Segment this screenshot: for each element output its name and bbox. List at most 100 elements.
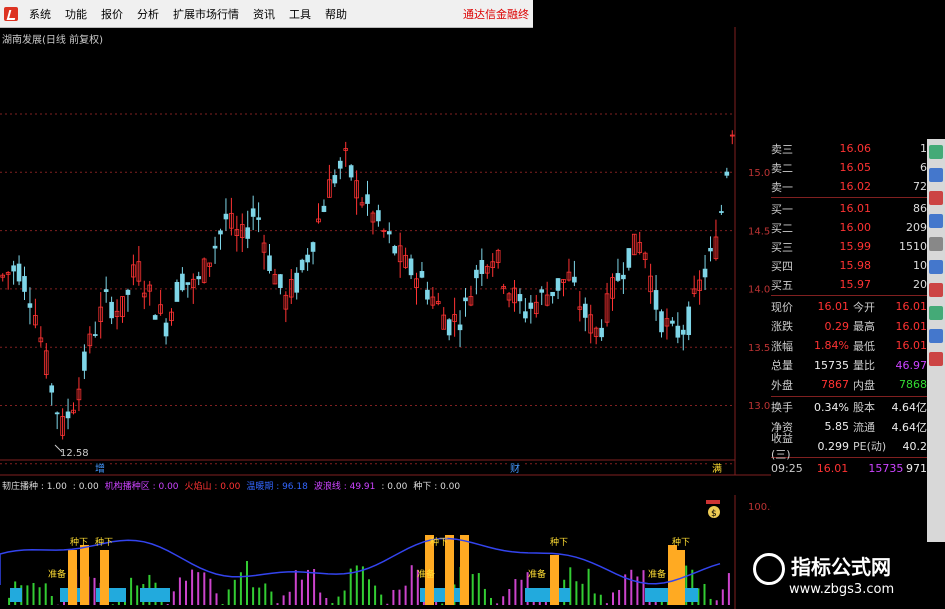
indicator-bar (715, 600, 718, 605)
indicator-bar (514, 579, 517, 605)
quote-separator (771, 197, 927, 198)
stat-label: 流通 (853, 420, 875, 434)
list-tool-icon[interactable] (929, 306, 943, 320)
buy-row: 买二 16.00 209 (771, 218, 927, 237)
trend-tool-icon[interactable] (929, 168, 943, 182)
candle-body (572, 276, 577, 283)
indicator-bar (410, 565, 413, 605)
indicator-bar (276, 603, 279, 605)
indicator-spike (668, 545, 677, 605)
stat-label: 换手 (771, 401, 793, 415)
indicator-bar (502, 596, 505, 605)
level-tool-icon[interactable] (929, 260, 943, 274)
sell-row: 卖一 16.02 72 (771, 177, 927, 196)
news-tool-icon[interactable] (929, 214, 943, 228)
stat-label: 外盘 (771, 378, 793, 392)
buy-label: 买二 (771, 221, 793, 235)
candle-body (463, 297, 468, 302)
indicator-bar (392, 589, 395, 605)
indicator-bar (660, 601, 663, 605)
candle-body (250, 208, 256, 217)
stat-value: 7867 (821, 378, 849, 392)
candle-body (474, 269, 479, 279)
sell-price: 16.06 (839, 142, 872, 155)
sell-label: 卖一 (771, 180, 793, 194)
indicator-bar (477, 573, 480, 605)
indicator-bar (361, 566, 364, 605)
indicator-bar (727, 573, 730, 605)
indicator-bar (264, 583, 267, 605)
candle-body (659, 311, 664, 333)
indicator-bar (441, 603, 444, 605)
candle-body (517, 294, 523, 302)
indicator-zone (10, 588, 22, 602)
candle-body (294, 272, 300, 293)
stat-row: 换手 0.34% 股本 4.64亿 (771, 398, 927, 418)
stat-row: 外盘 7867 内盘 7868 (771, 375, 927, 395)
candle-body (16, 263, 22, 282)
sell-price: 16.05 (839, 161, 872, 174)
tick-volume: 15735 (868, 462, 904, 476)
indicator-bar (575, 581, 578, 605)
candle-body (708, 247, 713, 252)
candle-body (321, 205, 327, 212)
indicator-label: : 0.00 (72, 482, 99, 492)
indicator-bar (721, 589, 724, 605)
candle-body (392, 246, 398, 254)
buy-price: 15.98 (839, 259, 872, 272)
indicator-label: 种下 : 0.00 (413, 482, 461, 492)
candle-body (419, 271, 425, 278)
stat-label: 今开 (853, 300, 875, 314)
low-price-marker: 12.58 (60, 448, 89, 459)
candle-body (163, 322, 169, 337)
candle-body (425, 289, 430, 300)
indicator-bar (587, 568, 590, 605)
indicator-bar (191, 569, 194, 605)
sell-volume: 6 (920, 161, 927, 174)
indicator-bar (343, 590, 346, 605)
sell-volume: 72 (913, 180, 927, 193)
indicator-bar (642, 570, 645, 605)
candle-body (218, 230, 223, 235)
coin-label: $ (711, 509, 717, 519)
chart-tool-icon[interactable] (929, 283, 943, 297)
finance-tool-icon[interactable] (929, 191, 943, 205)
gear-icon[interactable] (929, 352, 943, 366)
indicator-bar (203, 572, 206, 605)
candle-body (27, 303, 33, 308)
stat-value: 4.64亿 (891, 401, 928, 415)
candle-body (196, 276, 202, 280)
indicator-bar (618, 589, 621, 605)
indicator-bar (386, 603, 389, 605)
candle-body (92, 334, 98, 336)
candle-body (528, 302, 534, 309)
candle-body (174, 281, 180, 302)
indicator-bar (319, 592, 322, 605)
sell-row: 卖三 16.06 1 (771, 139, 927, 158)
zhunbei-label: 准备 (48, 568, 66, 580)
candle-body (109, 301, 114, 319)
rsi-tool-icon[interactable] (929, 329, 943, 343)
sell-row: 卖二 16.05 6 (771, 158, 927, 177)
candle-body (615, 273, 621, 281)
fund-tool-icon[interactable] (929, 237, 943, 251)
indicator-bar (612, 592, 614, 605)
indicator-bar (313, 568, 316, 605)
candle-body (457, 324, 463, 331)
indicator-bar (172, 591, 175, 605)
buy-price: 16.01 (839, 202, 872, 215)
zhongxia-label: 种下 (70, 536, 88, 548)
indicator-bar (471, 574, 474, 605)
candle-body (408, 258, 414, 276)
stat-value: 0.34% (814, 400, 849, 414)
candle-body (348, 165, 354, 178)
candle-body (11, 265, 16, 272)
indicator-zone (140, 588, 170, 602)
stat-label: 内盘 (853, 378, 875, 392)
stat-value: 46.97 (895, 358, 928, 372)
zhunbei-label: 准备 (528, 568, 546, 580)
candle-body (599, 327, 604, 338)
candle-body (180, 273, 185, 291)
indicator-bar (630, 569, 633, 605)
kline-tool-icon[interactable] (929, 145, 943, 159)
